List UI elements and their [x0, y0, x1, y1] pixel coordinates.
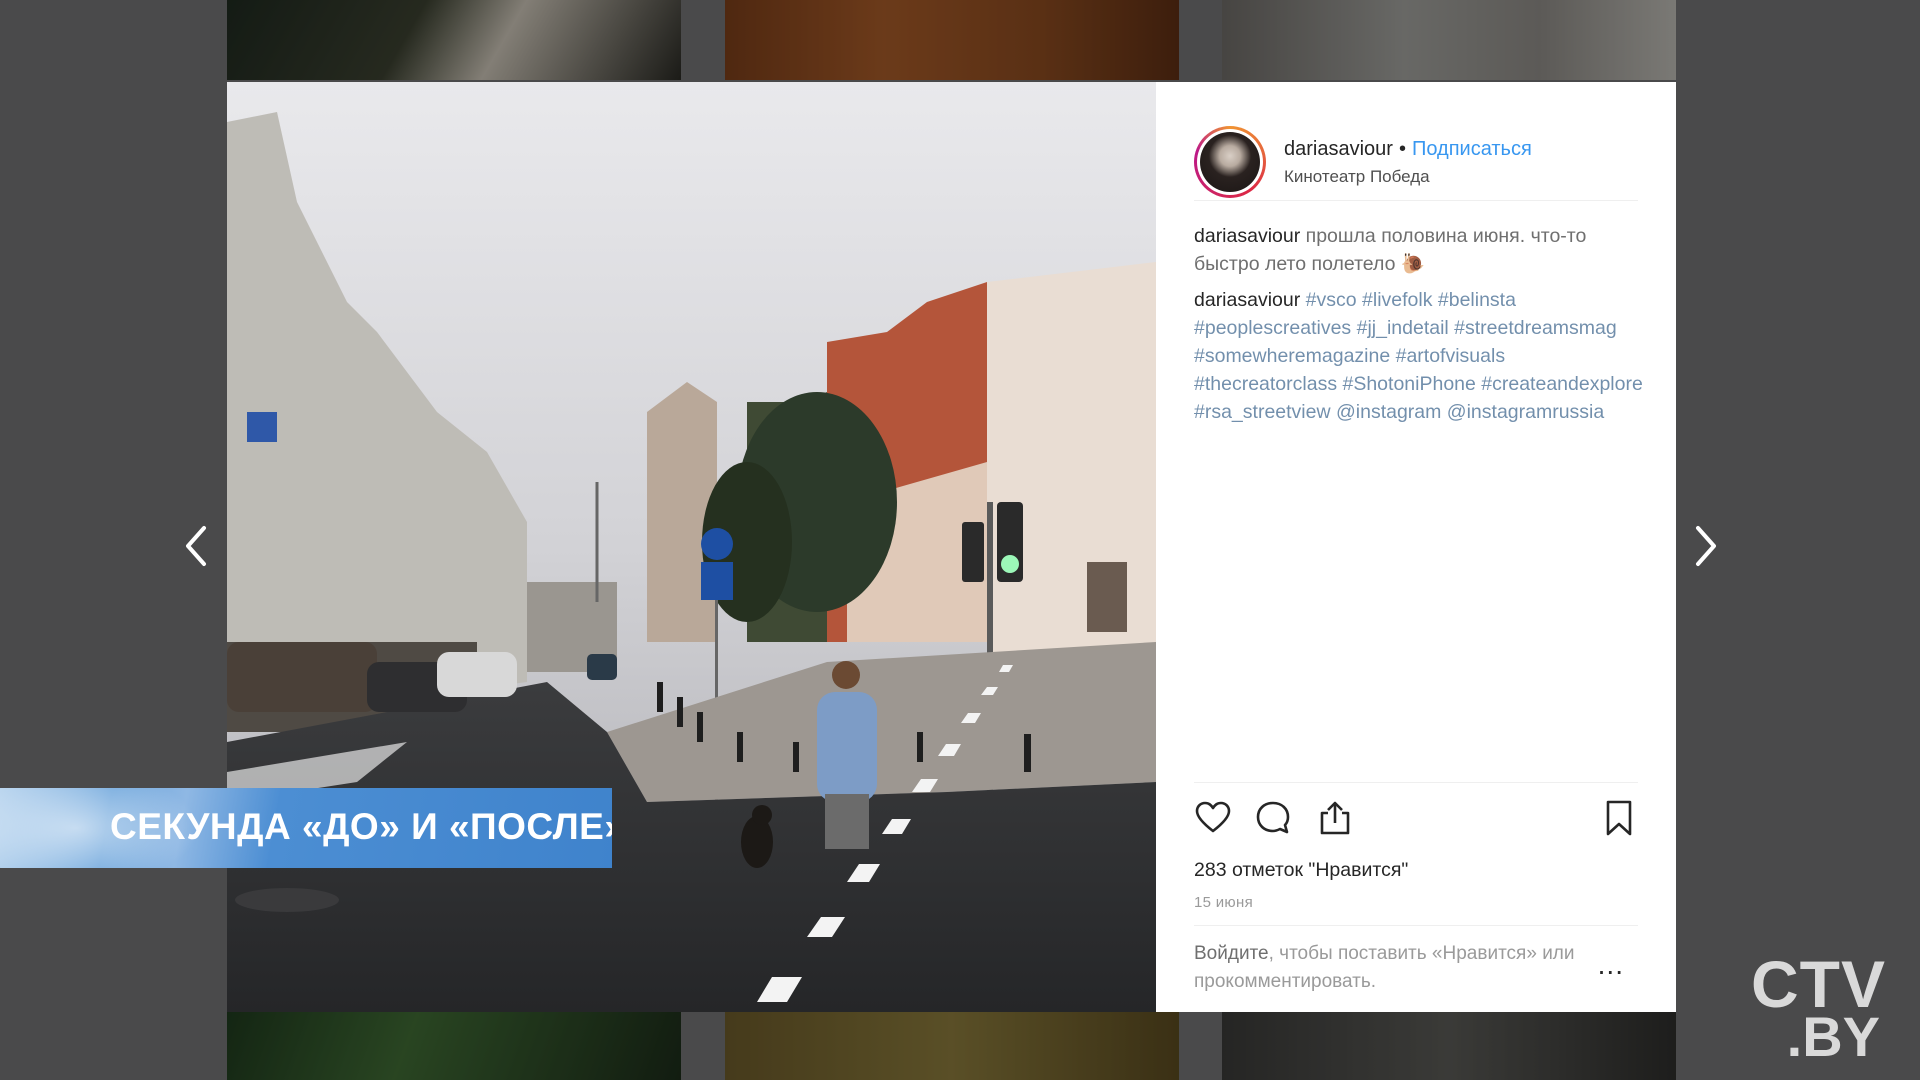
post-date: 15 июня	[1194, 894, 1253, 911]
chevron-left-icon	[186, 526, 206, 566]
post-caption: dariasaviour прошла половина июня. что-т…	[1194, 222, 1644, 434]
likes-count[interactable]: 283 отметок "Нравится"	[1194, 859, 1408, 882]
comment-icon	[1256, 801, 1290, 834]
grid-thumbnail[interactable]	[227, 0, 681, 80]
grid-thumbnail[interactable]	[725, 1012, 1179, 1080]
next-post-button[interactable]	[1686, 520, 1726, 572]
caption-username-link[interactable]: dariasaviour	[1194, 225, 1300, 247]
share-icon	[1320, 801, 1350, 835]
street-photo-image	[227, 82, 1156, 1012]
channel-logo: CTV .BY	[1726, 946, 1886, 1068]
logo-line-2: .BY	[1786, 1005, 1880, 1068]
post-sidebar: dariasaviour • Подписаться Кинотеатр Побед…	[1156, 82, 1676, 1012]
avatar-image	[1200, 132, 1260, 192]
banner-title: СЕКУНДА «ДО» И «ПОСЛЕ»	[110, 806, 612, 847]
hashtags-username-link[interactable]: dariasaviour	[1194, 289, 1300, 311]
username-link[interactable]: dariasaviour	[1284, 138, 1393, 160]
avatar[interactable]	[1194, 126, 1266, 198]
login-prompt: Войдите, чтобы поставить «Нравится» или …	[1194, 925, 1638, 996]
location-link[interactable]: Кинотеатр Победа	[1284, 167, 1430, 187]
grid-thumbnail[interactable]	[1222, 0, 1676, 80]
save-button[interactable]	[1600, 799, 1638, 837]
grid-thumbnail[interactable]	[1222, 1012, 1676, 1080]
more-options-button[interactable]: ...	[1598, 951, 1624, 979]
grid-thumbnail[interactable]	[725, 0, 1179, 80]
comment-button[interactable]	[1254, 799, 1292, 837]
hashtags-comment: dariasaviour #vsco #livefolk #belinsta #…	[1194, 286, 1644, 426]
chevron-right-icon	[1696, 526, 1716, 566]
heart-icon	[1195, 801, 1231, 833]
previous-post-button[interactable]	[176, 520, 216, 572]
like-button[interactable]	[1194, 799, 1232, 837]
caption-comment: dariasaviour прошла половина июня. что-т…	[1194, 222, 1644, 278]
post-modal: dariasaviour • Подписаться Кинотеатр Побед…	[227, 82, 1676, 1012]
follow-button[interactable]: Подписаться	[1412, 138, 1532, 160]
post-actions: 283 отметок "Нравится" 15 июня	[1194, 782, 1638, 911]
post-header: dariasaviour • Подписаться Кинотеатр Побед…	[1194, 104, 1638, 201]
login-link[interactable]: Войдите	[1194, 943, 1269, 964]
post-photo[interactable]	[227, 82, 1156, 1012]
share-button[interactable]	[1316, 799, 1354, 837]
separator-dot: •	[1398, 138, 1406, 160]
grid-thumbnail[interactable]	[227, 1012, 681, 1080]
bookmark-icon	[1606, 800, 1632, 836]
broadcast-banner: СЕКУНДА «ДО» И «ПОСЛЕ»	[0, 788, 612, 868]
post-author: dariasaviour • Подписаться	[1284, 138, 1532, 161]
